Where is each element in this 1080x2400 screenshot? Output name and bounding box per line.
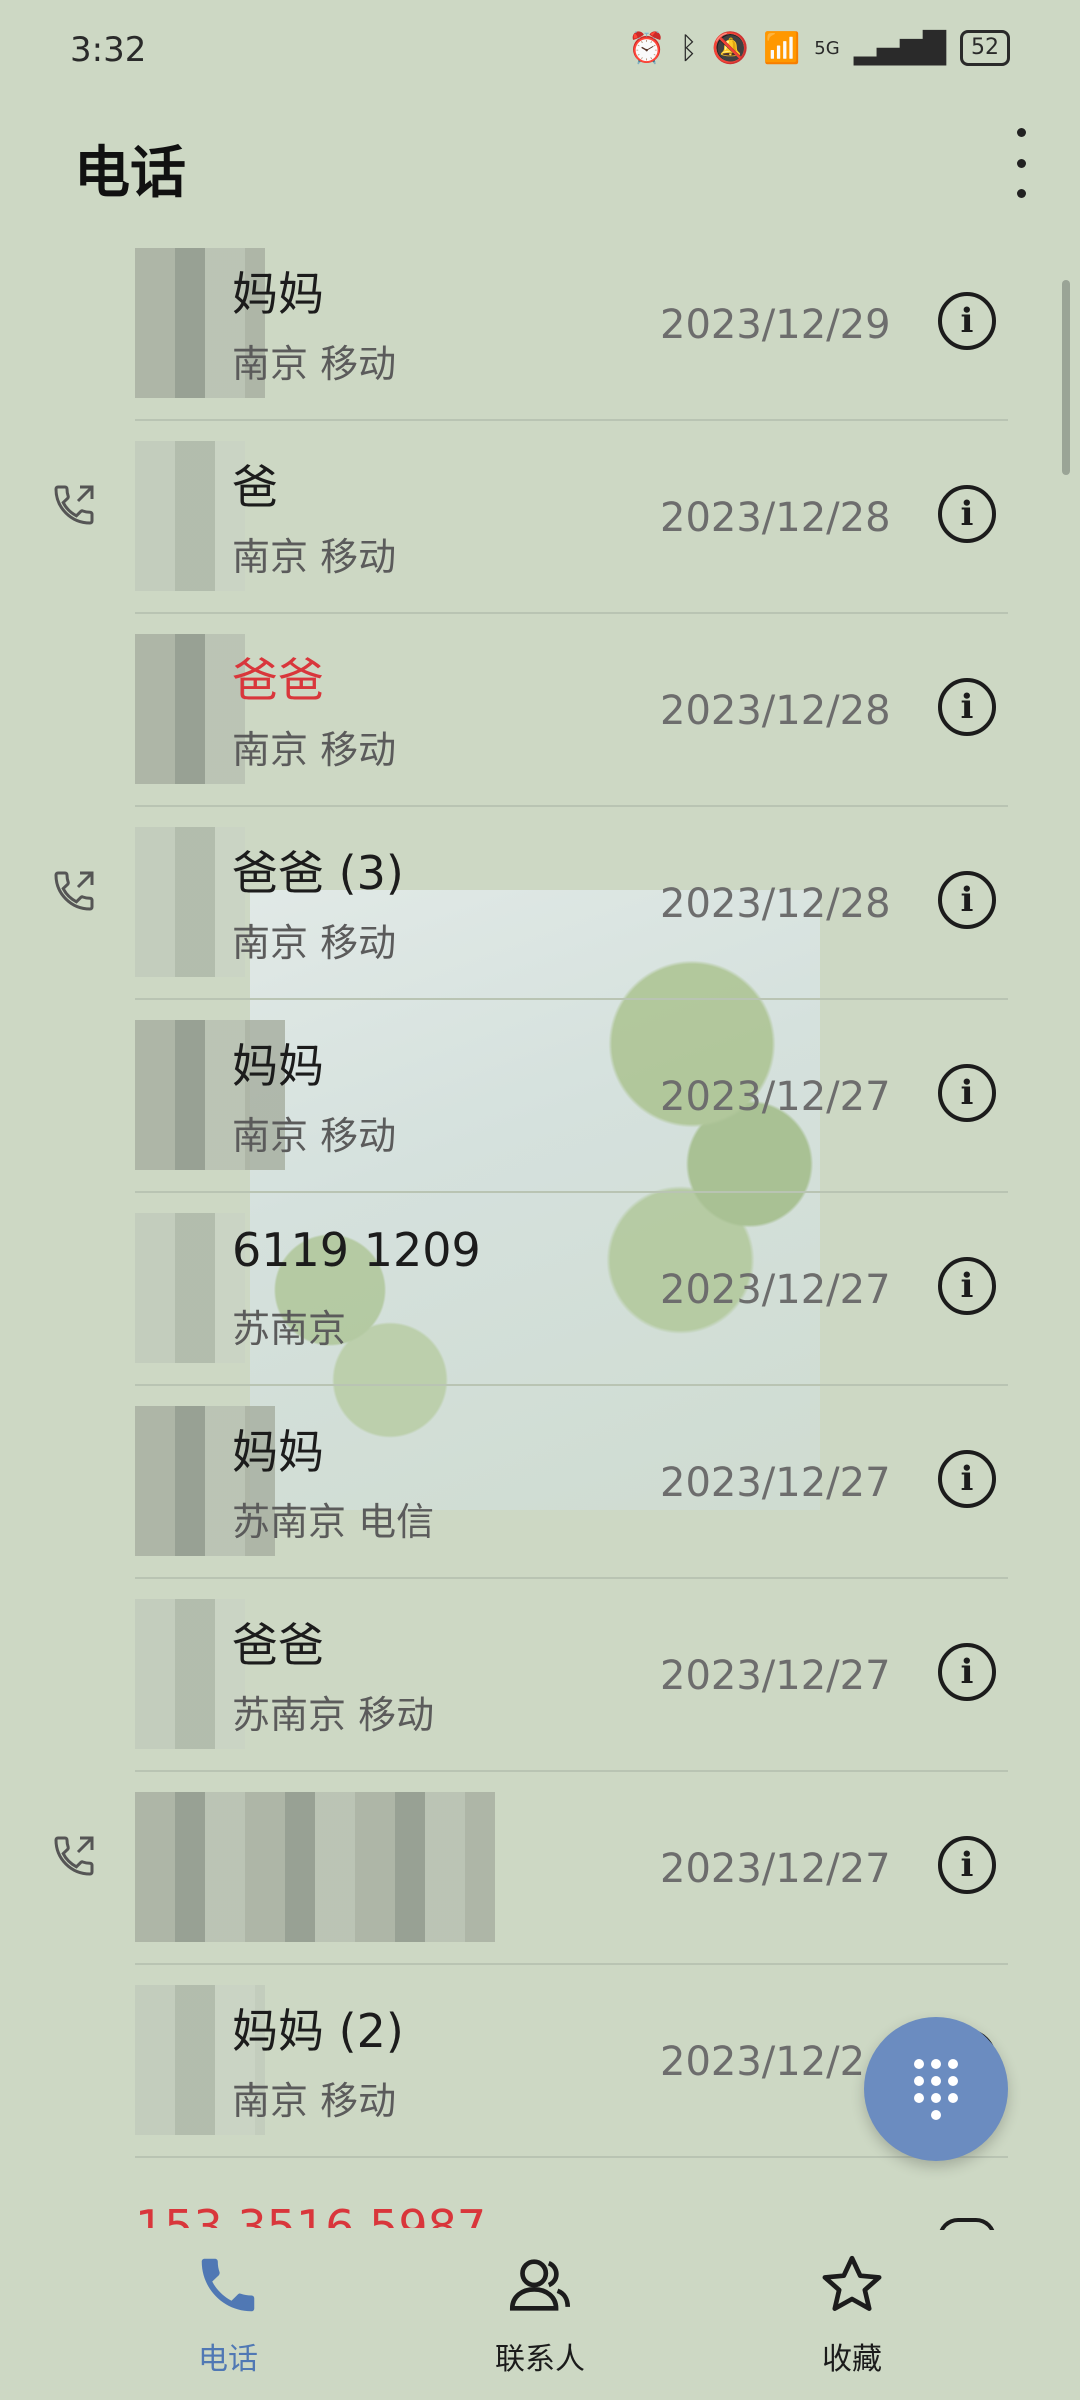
network-type: 5G (814, 37, 840, 59)
call-location: 南京 移动 (232, 535, 397, 579)
call-log-row[interactable]: 爸爸苏南京 移动 2023/12/27 i (0, 1579, 1080, 1772)
call-log-row[interactable]: 2023/12/27 i (0, 1772, 1080, 1965)
info-icon[interactable]: i (938, 1257, 996, 1315)
info-icon[interactable]: i (938, 1836, 996, 1894)
call-date: 2023/12/27 (660, 1074, 891, 1120)
more-icon (1016, 128, 1026, 137)
avatar (135, 1599, 245, 1749)
status-time: 3:32 (70, 30, 147, 70)
alarm-icon: ⏰ (628, 30, 666, 66)
info-icon[interactable]: i (938, 292, 996, 350)
call-name: 爸 (232, 460, 278, 514)
wifi-icon: 📶 (762, 30, 801, 66)
call-location: 南京 移动 (232, 342, 397, 386)
call-name: 爸爸 (232, 653, 324, 707)
dialpad-button[interactable] (864, 2017, 1008, 2161)
info-icon[interactable]: i (938, 1450, 996, 1508)
call-name: 妈妈 (232, 1425, 324, 1479)
call-log-row[interactable]: 妈妈南京 移动 2023/12/29 i (0, 228, 1080, 421)
tab-phone-label: 电话 (198, 2342, 258, 2377)
call-location: 南京 移动 (232, 921, 397, 965)
call-name: 爸爸 (232, 1618, 324, 1672)
avatar (135, 1213, 245, 1363)
bluetooth-icon: ᛒ (679, 30, 698, 66)
star-icon (822, 2255, 882, 2311)
avatar (135, 634, 245, 784)
status-bar: 3:32 ⏰ ᛒ 🔕 📶 5G ▂▄▆█ 52 (0, 0, 1080, 100)
info-icon[interactable]: i (938, 485, 996, 543)
info-icon[interactable]: i (938, 1064, 996, 1122)
avatar (135, 827, 245, 977)
call-log-row[interactable]: 爸爸 (3) 南京 移动 2023/12/28 i (0, 807, 1080, 1000)
call-location: 苏南京 电信 (232, 1500, 435, 1544)
call-name: 6119 1209 (232, 1223, 481, 1277)
call-log-row[interactable]: 6119 1209 苏南京 2023/12/27 i (0, 1193, 1080, 1386)
phone-icon (201, 2258, 255, 2312)
tab-contacts[interactable]: 联系人 (440, 2250, 640, 2378)
call-location: 南京 移动 (232, 1114, 397, 1158)
signal-icon: ▂▄▆█ (853, 30, 946, 66)
call-date: 2023/12/27 (660, 1460, 891, 1506)
page-title: 电话 (74, 141, 186, 206)
call-name: 妈妈 (2) (232, 2004, 404, 2058)
call-log-row[interactable]: 爸爸南京 移动 2023/12/28 i (0, 614, 1080, 807)
call-date: 2023/12/2 (660, 2039, 866, 2085)
call-name: 妈妈 (232, 267, 324, 321)
call-date: 2023/12/27 (660, 1653, 891, 1699)
call-log-row[interactable]: 妈妈苏南京 电信 2023/12/27 i (0, 1386, 1080, 1579)
bottom-navigation: 电话 联系人 收藏 (0, 2230, 1080, 2400)
outgoing-call-icon (54, 871, 94, 911)
call-date: 2023/12/28 (660, 495, 891, 541)
call-location: 南京 移动 (232, 728, 397, 772)
outgoing-call-icon (54, 485, 94, 525)
call-date: 2023/12/28 (660, 881, 891, 927)
info-icon[interactable]: i (938, 1643, 996, 1701)
more-options-button[interactable] (1006, 128, 1036, 198)
call-location: 苏南京 移动 (232, 1693, 435, 1737)
call-location: 苏南京 (232, 1307, 347, 1351)
call-location: 南京 移动 (232, 2079, 397, 2123)
call-date: 2023/12/27 (660, 1267, 891, 1313)
info-icon[interactable]: i (938, 678, 996, 736)
call-log-row[interactable]: 爸南京 移动 2023/12/28 i (0, 421, 1080, 614)
call-log-row[interactable]: 妈妈南京 移动 2023/12/27 i (0, 1000, 1080, 1193)
mute-icon: 🔕 (711, 30, 749, 66)
contacts-icon (509, 2259, 571, 2311)
call-date: 2023/12/29 (660, 302, 891, 348)
dialpad-icon (914, 2058, 958, 2120)
call-log-partial-number[interactable]: 153 3516 5987 (135, 2192, 486, 2228)
outgoing-call-icon (54, 1836, 94, 1876)
call-name: 妈妈 (232, 1039, 324, 1093)
info-icon[interactable]: i (938, 871, 996, 929)
status-icons: ⏰ ᛒ 🔕 📶 5G ▂▄▆█ 52 (628, 30, 1010, 66)
call-log-list: 妈妈 南京 移动 2023/12/29 i 爸南京 移动 2023/12/28 i 爸爸 南京 … (0, 228, 1080, 2158)
tab-phone[interactable]: 电话 (128, 2250, 328, 2378)
tab-contacts-label: 联系人 (495, 2342, 585, 2377)
avatar (135, 441, 245, 591)
tab-favorites-label: 收藏 (822, 2342, 882, 2377)
call-date: 2023/12/27 (660, 1846, 891, 1892)
avatar (135, 1792, 495, 1942)
call-date: 2023/12/28 (660, 688, 891, 734)
divider (135, 2156, 1008, 2158)
battery-indicator: 52 (960, 30, 1010, 66)
tab-favorites[interactable]: 收藏 (752, 2250, 952, 2378)
call-name: 爸爸 (3) (232, 846, 404, 900)
